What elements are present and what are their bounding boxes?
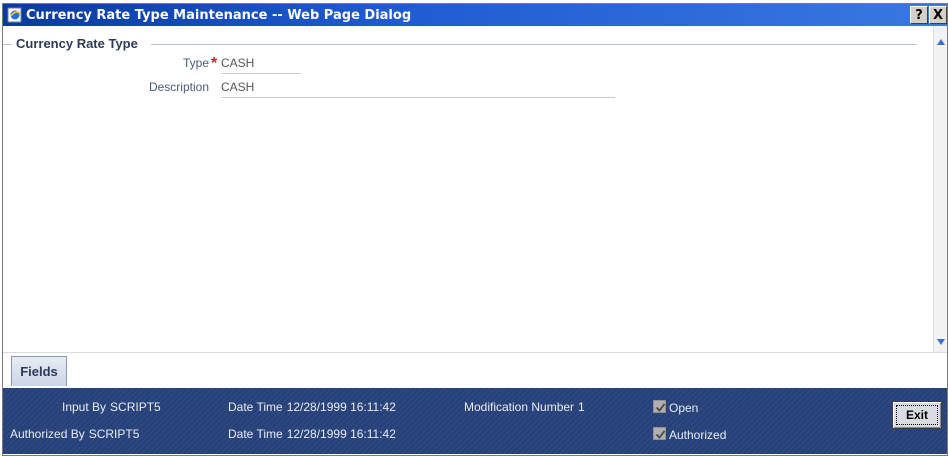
open-checkbox[interactable] [653, 400, 666, 413]
type-label: Type [182, 56, 209, 70]
auth-datetime: Date Time 12/28/1999 16:11:42 [228, 427, 396, 441]
fieldset-border-left [3, 44, 12, 45]
input-datetime-label: Date Time [228, 400, 283, 414]
authorized-label: Authorized [669, 428, 727, 442]
type-field[interactable]: CASH [221, 56, 301, 74]
scroll-up-icon[interactable] [935, 36, 947, 48]
required-marker: * [211, 55, 218, 72]
fieldset-border-right [151, 44, 917, 45]
description-field[interactable]: CASH [221, 80, 615, 98]
modification-number: Modification Number 1 [464, 400, 585, 414]
input-by-value: SCRIPT5 [110, 400, 161, 414]
exit-button[interactable]: Exit [892, 401, 942, 429]
input-by: Input By SCRIPT5 [62, 400, 161, 414]
description-label: Description [148, 80, 209, 94]
vertical-scrollbar[interactable] [933, 26, 947, 352]
auth-datetime-value: 12/28/1999 16:11:42 [286, 427, 396, 441]
close-button[interactable]: X [929, 6, 947, 24]
modification-value: 1 [578, 400, 585, 414]
window-title: Currency Rate Type Maintenance -- Web Pa… [26, 7, 412, 23]
main-content [3, 26, 933, 352]
ie-page-icon [7, 7, 23, 23]
audit-footer: Input By SCRIPT5 Date Time 12/28/1999 16:1… [3, 388, 947, 454]
dialog-window: Currency Rate Type Maintenance -- Web Pa… [2, 3, 948, 456]
authorized-checkbox[interactable] [653, 427, 666, 440]
input-by-label: Input By [62, 400, 107, 414]
help-button[interactable]: ? [910, 6, 928, 24]
authorized-by-label: Authorized By [10, 427, 85, 441]
open-label: Open [669, 401, 699, 415]
authorized-by-value: SCRIPT5 [88, 427, 140, 441]
modification-label: Modification Number [464, 400, 575, 414]
scroll-down-icon[interactable] [935, 336, 947, 348]
tab-fields[interactable]: Fields [11, 356, 67, 386]
title-bar[interactable]: Currency Rate Type Maintenance -- Web Pa… [3, 4, 947, 26]
input-datetime: Date Time 12/28/1999 16:11:42 [228, 400, 396, 414]
bottom-border [3, 454, 947, 455]
authorized-by: Authorized By SCRIPT5 [10, 427, 139, 441]
auth-datetime-label: Date Time [228, 427, 283, 441]
input-datetime-value: 12/28/1999 16:11:42 [286, 400, 396, 414]
tab-bar: Fields [3, 352, 947, 388]
section-legend: Currency Rate Type [14, 36, 140, 51]
